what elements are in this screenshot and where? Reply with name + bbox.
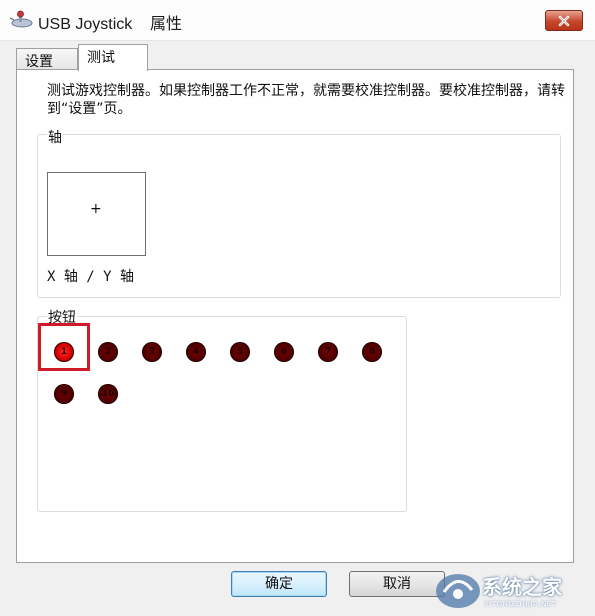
tab-test[interactable]: 测试 — [78, 44, 148, 71]
title-bar[interactable]: USB Joystick 属性 — [0, 0, 595, 41]
axes-group-label: 轴 — [47, 127, 63, 147]
button-1-highlight-frame — [38, 323, 90, 371]
button-indicator-number: 7 — [324, 347, 332, 357]
button-indicator-10: 10 — [98, 384, 118, 404]
xy-axis-caption: X 轴 / Y 轴 — [47, 269, 135, 285]
button-indicator-3: 3 — [142, 342, 162, 362]
button-indicator-number: 8 — [368, 347, 376, 357]
button-indicator-8: 8 — [362, 342, 382, 362]
axis-crosshair: + — [90, 201, 102, 217]
joystick-icon — [9, 10, 33, 28]
close-icon — [558, 15, 570, 26]
buttons-group — [37, 316, 407, 512]
button-indicator-number: 4 — [192, 347, 200, 357]
button-indicator-6: 6 — [274, 342, 294, 362]
close-button[interactable] — [545, 10, 583, 31]
button-indicator-number: 2 — [104, 347, 112, 357]
window-title-suffix: 属性 — [150, 16, 183, 33]
ok-button[interactable]: 确定 — [231, 571, 327, 597]
properties-dialog: USB Joystick 属性 设置 测试 测试游戏控制器。如果控制器工作不正常… — [0, 0, 595, 616]
watermark-brand: 系统之家 — [482, 575, 562, 599]
window-title-app: USB Joystick — [38, 16, 133, 33]
test-description: 测试游戏控制器。如果控制器工作不正常，就需要校准控制器。要校准控制器，请转到“设… — [47, 83, 565, 117]
button-indicator-9: 9 — [54, 384, 74, 404]
window-title: USB Joystick 属性 — [38, 10, 182, 34]
button-indicator-2: 2 — [98, 342, 118, 362]
watermark-url: XITONGZHIJIA.NET — [484, 600, 557, 608]
xy-axis-display: + — [47, 172, 146, 256]
button-indicator-5: 5 — [230, 342, 250, 362]
button-indicator-number: 10 — [101, 389, 115, 399]
button-indicator-7: 7 — [318, 342, 338, 362]
button-indicator-number: 5 — [236, 347, 244, 357]
button-indicator-number: 6 — [280, 347, 288, 357]
button-indicator-number: 3 — [148, 347, 156, 357]
button-indicator-number: 9 — [60, 389, 68, 399]
button-indicator-4: 4 — [186, 342, 206, 362]
tab-panel-test: 测试游戏控制器。如果控制器工作不正常，就需要校准控制器。要校准控制器，请转到“设… — [16, 69, 574, 563]
tab-settings[interactable]: 设置 — [16, 48, 78, 70]
